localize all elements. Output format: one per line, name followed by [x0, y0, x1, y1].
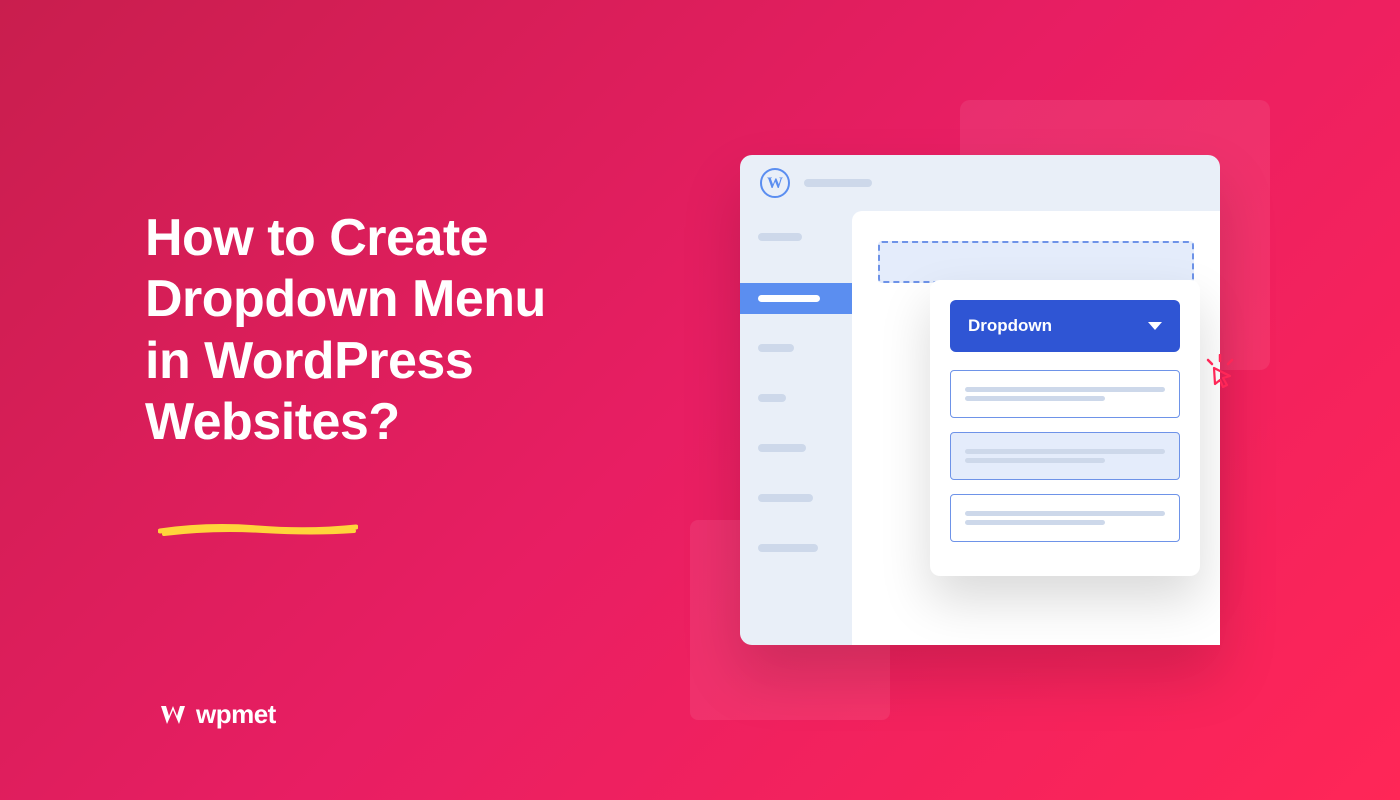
- page-headline: How to Create Dropdown Menu in WordPress…: [145, 208, 546, 453]
- placeholder-line: [965, 458, 1105, 463]
- sidebar-item: [758, 494, 813, 502]
- headline-line-3: in WordPress: [145, 332, 473, 390]
- placeholder-line: [965, 520, 1105, 525]
- headline-line-2: Dropdown Menu: [145, 270, 546, 328]
- sidebar-item: [758, 344, 794, 352]
- dropdown-label: Dropdown: [968, 316, 1052, 336]
- dropdown-option-hover[interactable]: [950, 432, 1180, 480]
- dropdown-toggle-button[interactable]: Dropdown: [950, 300, 1180, 352]
- placeholder-line: [965, 449, 1165, 454]
- brand-name: wpmet: [196, 699, 276, 730]
- sidebar-item: [758, 394, 786, 402]
- placeholder-line: [965, 511, 1165, 516]
- sidebar-item: [758, 233, 802, 241]
- svg-text:W: W: [767, 175, 783, 192]
- dropdown-option[interactable]: [950, 370, 1180, 418]
- cursor-click-icon: [1202, 354, 1238, 390]
- chevron-down-icon: [1148, 322, 1162, 330]
- window-topbar: W: [740, 155, 1220, 211]
- admin-sidebar: [740, 211, 852, 645]
- wpmet-logo-icon: [158, 700, 188, 730]
- placeholder-line: [965, 396, 1105, 401]
- titlebar-placeholder-line: [804, 179, 872, 187]
- headline-underline-icon: [158, 522, 358, 536]
- sidebar-item: [758, 544, 818, 552]
- dropzone-dashed: [878, 241, 1194, 283]
- dropdown-option[interactable]: [950, 494, 1180, 542]
- sidebar-item: [758, 444, 806, 452]
- headline-line-4: Websites?: [145, 393, 400, 451]
- wordpress-icon: W: [760, 168, 790, 198]
- headline-line-1: How to Create: [145, 209, 488, 267]
- dropdown-panel: Dropdown: [930, 280, 1200, 576]
- sidebar-item-active: [740, 283, 852, 314]
- brand-logo: wpmet: [158, 699, 276, 730]
- placeholder-line: [965, 387, 1165, 392]
